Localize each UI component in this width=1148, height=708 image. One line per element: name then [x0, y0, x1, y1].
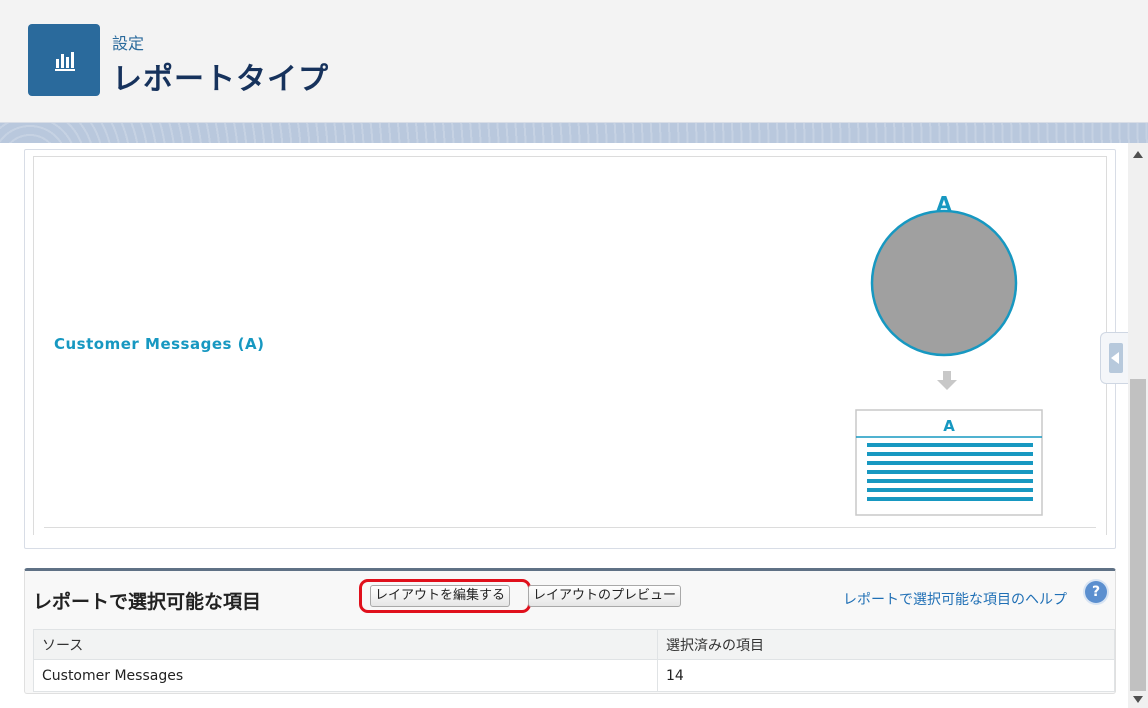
- fields-help-link[interactable]: レポートで選択可能な項目のヘルプ: [843, 589, 1067, 609]
- object-link-customer-messages[interactable]: Customer Messages (A): [54, 335, 264, 353]
- object-relationship-diagram: A A: [855, 192, 1043, 516]
- column-header-selected: 選択済みの項目: [657, 629, 1115, 660]
- collapse-arrow-icon: [1109, 343, 1123, 373]
- page-title: レポートタイプ: [112, 62, 329, 97]
- selected-count-cell: 14: [657, 659, 1115, 692]
- down-arrow-icon: [937, 371, 957, 390]
- report-chart-icon: [28, 24, 100, 96]
- report-fields-section: レポートで選択可能な項目 レイアウトを編集する レイアウトのプレビュー レポート…: [24, 568, 1116, 694]
- table-header-row: ソース 選択済みの項目: [33, 629, 1115, 660]
- help-icon[interactable]: ?: [1085, 581, 1107, 603]
- main-content: Customer Messages (A) A A レポートで選択可能な項目 レ…: [0, 143, 1128, 708]
- object-circle: [870, 209, 1018, 357]
- table-row: Customer Messages 14: [33, 659, 1115, 692]
- edit-layout-button[interactable]: レイアウトを編集する: [370, 585, 511, 607]
- column-header-source: ソース: [33, 629, 658, 660]
- decorative-band: [0, 123, 1148, 143]
- scrollbar-thumb[interactable]: [1130, 379, 1146, 691]
- diagram-area: Customer Messages (A) A A: [33, 156, 1107, 535]
- side-panel-toggle[interactable]: [1100, 332, 1131, 384]
- fields-table: ソース 選択済みの項目 Customer Messages 14: [33, 629, 1115, 692]
- scroll-up-arrow-icon[interactable]: [1133, 151, 1143, 158]
- breadcrumb[interactable]: 設定: [112, 30, 144, 54]
- report-type-diagram-panel: Customer Messages (A) A A: [24, 149, 1116, 549]
- section-title: レポートで選択可能な項目: [33, 591, 262, 613]
- diagram-divider: [44, 527, 1096, 528]
- preview-layout-button[interactable]: レイアウトのプレビュー: [528, 585, 682, 607]
- source-cell: Customer Messages: [33, 659, 658, 692]
- vertical-scrollbar[interactable]: [1128, 143, 1148, 708]
- scroll-down-arrow-icon[interactable]: [1133, 696, 1143, 703]
- page-header: 設定 レポートタイプ: [0, 0, 1148, 123]
- table-label: A: [943, 417, 955, 435]
